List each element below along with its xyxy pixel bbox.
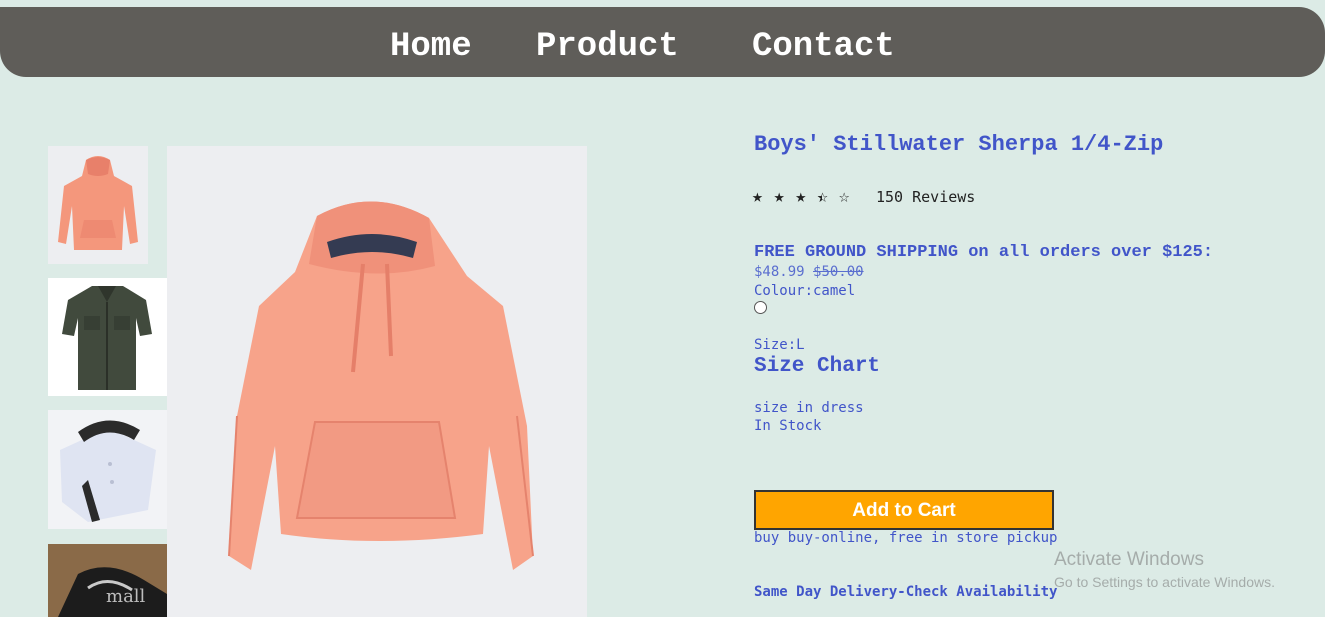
star-half-icon: ☆★ bbox=[817, 186, 828, 207]
main-product-image bbox=[167, 146, 587, 617]
size-note: size in dress bbox=[754, 400, 864, 416]
activate-windows-subtitle: Go to Settings to activate Windows. bbox=[1054, 574, 1275, 590]
star-full-icon: ★ bbox=[795, 186, 807, 207]
pink-hoodie-thumb-image bbox=[58, 156, 138, 250]
old-price: $50.00 bbox=[813, 264, 864, 280]
star-empty-icon: ☆ bbox=[838, 186, 850, 207]
pickup-note: buy buy-online, free in store pickup bbox=[754, 530, 1058, 546]
thumbnail-green-shirt[interactable] bbox=[48, 278, 167, 396]
size-label: Size:L bbox=[754, 337, 805, 353]
white-shirt-thumb-image bbox=[60, 420, 156, 522]
pink-hoodie-image bbox=[228, 201, 534, 570]
colour-radio[interactable] bbox=[754, 301, 767, 314]
stock-status: In Stock bbox=[754, 418, 822, 434]
activate-windows-title: Activate Windows bbox=[1054, 549, 1204, 570]
star-full-icon: ★ bbox=[752, 186, 763, 207]
nav-product-link[interactable]: Product bbox=[536, 27, 679, 67]
current-price: $48.99 bbox=[754, 264, 805, 280]
green-shirt-thumb-image bbox=[62, 286, 152, 390]
thumbnail-black-shoes[interactable]: mall bbox=[48, 544, 167, 617]
star-full-icon: ★ bbox=[773, 186, 785, 207]
nav-bar: Home Product Contact bbox=[0, 7, 1325, 77]
star-rating: ★ ★ ★ ☆★ ☆ bbox=[752, 186, 850, 207]
delivery-link[interactable]: Same Day Delivery-Check Availability bbox=[754, 584, 1057, 600]
size-chart-link[interactable]: Size Chart bbox=[754, 355, 880, 378]
price-block: $48.99 $50.00 bbox=[754, 264, 864, 280]
black-shoes-thumb-image: mall bbox=[48, 544, 167, 617]
reviews-count[interactable]: 150 Reviews bbox=[876, 188, 975, 206]
nav-home-link[interactable]: Home bbox=[390, 27, 472, 67]
colour-label: Colour:camel bbox=[754, 283, 856, 299]
add-to-cart-button[interactable]: Add to Cart bbox=[754, 490, 1054, 530]
product-title: Boys' Stillwater Sherpa 1/4-Zip bbox=[754, 132, 1164, 157]
nav-contact-link[interactable]: Contact bbox=[752, 27, 895, 67]
thumbnail-pink-hoodie[interactable] bbox=[48, 146, 148, 264]
thumbnail-white-shirt[interactable] bbox=[48, 410, 167, 529]
thumb-watermark: mall bbox=[106, 586, 146, 607]
shipping-notice: FREE GROUND SHIPPING on all orders over … bbox=[754, 243, 1214, 262]
